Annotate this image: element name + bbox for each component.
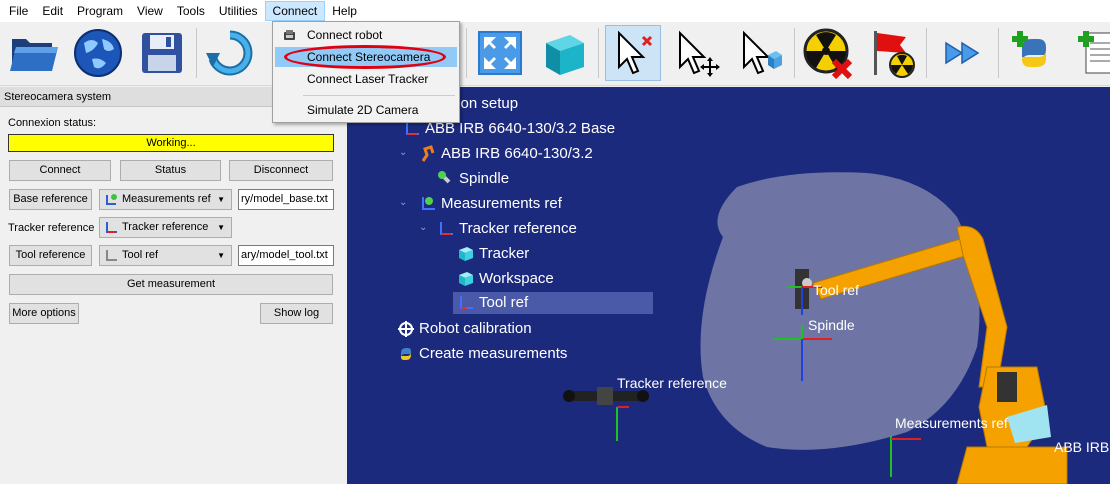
combo-value: Tracker reference — [122, 221, 209, 233]
select-move-icon[interactable] — [668, 25, 724, 81]
3d-viewport[interactable]: tion setup ABB IRB 6640-130/3.2 Base ⌄ A… — [347, 87, 1110, 484]
frame-icon — [106, 222, 117, 233]
tool-reference-file-input[interactable]: ary/model_tool.txt — [238, 245, 334, 266]
chevron-down-icon: ▼ — [217, 195, 225, 204]
robot-arm-icon — [421, 145, 435, 162]
tree-item-label: Spindle — [459, 170, 510, 187]
fast-forward-icon[interactable] — [934, 25, 990, 81]
menu-item-connect-laser-tracker[interactable]: Connect Laser Tracker — [275, 69, 457, 89]
menu-item-label: Connect Stereocamera — [307, 50, 431, 64]
frame-icon — [106, 194, 117, 205]
frame-icon — [460, 296, 473, 310]
label-tool-ref: Tool ref — [813, 282, 859, 298]
select-object-icon[interactable] — [732, 25, 788, 81]
chevron-down-icon[interactable]: ⌄ — [419, 222, 427, 233]
connect-dropdown-menu: Connect robot Connect Stereocamera Conne… — [272, 21, 460, 123]
tool-reference-select[interactable]: Tool ref ▼ — [99, 245, 232, 266]
connect-button[interactable]: Connect — [9, 160, 111, 181]
menu-item-label: Connect Laser Tracker — [307, 72, 429, 86]
more-options-button[interactable]: More options — [9, 303, 79, 324]
stereocamera-panel: Stereocamera system Connexion status: Wo… — [0, 87, 346, 484]
chevron-down-icon: ▼ — [217, 223, 225, 232]
chevron-down-icon: ▼ — [217, 251, 225, 260]
tree-item-label: Workspace — [479, 270, 554, 287]
add-program-icon[interactable] — [1070, 25, 1110, 81]
cube-icon — [459, 272, 473, 287]
tree-item-label: Tracker — [479, 245, 530, 262]
add-python-icon[interactable] — [1006, 25, 1062, 81]
chevron-down-icon[interactable]: ⌄ — [399, 147, 407, 158]
disconnect-button[interactable]: Disconnect — [229, 160, 333, 181]
connexion-status-label: Connexion status: — [8, 117, 97, 129]
tool-reference-button[interactable]: Tool reference — [9, 245, 92, 266]
status-button[interactable]: Status — [120, 160, 221, 181]
robot-icon — [284, 30, 295, 40]
menu-help[interactable]: Help — [325, 1, 364, 21]
menu-tools[interactable]: Tools — [170, 1, 212, 21]
combo-value: Tool ref — [122, 249, 159, 261]
tree-item-label: Create measurements — [419, 345, 568, 362]
frame-icon — [422, 197, 435, 211]
tree-item-root[interactable]: tion setup — [453, 93, 518, 115]
python-icon — [401, 348, 411, 361]
tree-item-robot-calibration[interactable]: Robot calibration — [397, 318, 532, 340]
tree-item-spindle[interactable]: Spindle — [437, 168, 509, 190]
target-icon — [398, 321, 414, 338]
menu-item-connect-stereocamera[interactable]: Connect Stereocamera — [275, 47, 457, 67]
frame-icon — [440, 222, 453, 236]
tree-item-label: Tracker reference — [459, 220, 577, 237]
tree-item-measurements-ref[interactable]: Measurements ref — [419, 193, 562, 215]
tree-item-tracker-reference[interactable]: Tracker reference — [437, 218, 577, 240]
tree-item-label: ABB IRB 6640-130/3.2 — [441, 145, 593, 162]
toolbar — [0, 22, 1110, 86]
menu-edit[interactable]: Edit — [35, 1, 70, 21]
base-reference-button[interactable]: Base reference — [9, 189, 92, 210]
tool-icon — [438, 171, 451, 184]
radiation-stop-icon[interactable] — [800, 25, 856, 81]
label-spindle: Spindle — [808, 317, 855, 333]
open-folder-icon[interactable] — [6, 25, 62, 81]
fit-view-icon[interactable] — [472, 25, 528, 81]
menu-item-connect-robot[interactable]: Connect robot — [275, 25, 457, 45]
tree-item-label: Robot calibration — [419, 320, 532, 337]
menu-file[interactable]: File — [2, 1, 35, 21]
flag-radiation-icon[interactable] — [864, 25, 920, 81]
menu-item-label: Connect robot — [307, 28, 383, 42]
cube-icon[interactable] — [536, 25, 592, 81]
tree-item-create-measurements[interactable]: Create measurements — [397, 343, 567, 365]
menu-utilities[interactable]: Utilities — [212, 1, 265, 21]
tracker-reference-select[interactable]: Tracker reference ▼ — [99, 217, 232, 238]
tree-item-robot[interactable]: ABB IRB 6640-130/3.2 — [419, 143, 593, 165]
combo-value: Measurements ref — [122, 193, 211, 205]
status-indicator: Working... — [8, 134, 334, 152]
tree-item-tracker[interactable]: Tracker — [457, 243, 529, 265]
tree-item-tool-ref[interactable]: Tool ref — [453, 292, 653, 314]
tracker-reference-label: Tracker reference — [8, 222, 95, 234]
menu-view[interactable]: View — [130, 1, 170, 21]
menu-item-label: Simulate 2D Camera — [307, 103, 419, 117]
label-measurements-ref: Measurements ref — [895, 415, 1008, 431]
menu-bar: File Edit Program View Tools Utilities C… — [0, 0, 1110, 22]
globe-icon[interactable] — [70, 25, 126, 81]
base-reference-file-input[interactable]: ry/model_base.txt — [238, 189, 334, 210]
tree-item-label: Tool ref — [479, 294, 529, 311]
base-reference-select[interactable]: Measurements ref ▼ — [99, 189, 232, 210]
tree-item-workspace[interactable]: Workspace — [457, 268, 554, 290]
tree-item-label: Measurements ref — [441, 195, 562, 212]
get-measurement-button[interactable]: Get measurement — [9, 274, 333, 295]
frame-icon — [106, 250, 117, 261]
show-log-button[interactable]: Show log — [260, 303, 333, 324]
cube-icon — [459, 247, 473, 262]
menu-program[interactable]: Program — [70, 1, 130, 21]
menu-item-simulate-2d-camera[interactable]: Simulate 2D Camera — [275, 100, 457, 120]
workspace-hull — [700, 172, 980, 450]
label-abb: ABB IRB — [1054, 439, 1110, 455]
label-tracker-reference: Tracker reference — [617, 375, 727, 391]
select-deselect-icon[interactable] — [605, 25, 661, 81]
save-icon[interactable] — [134, 25, 190, 81]
menu-connect[interactable]: Connect — [264, 1, 326, 21]
chevron-down-icon[interactable]: ⌄ — [399, 197, 407, 208]
undo-icon[interactable] — [202, 25, 258, 81]
